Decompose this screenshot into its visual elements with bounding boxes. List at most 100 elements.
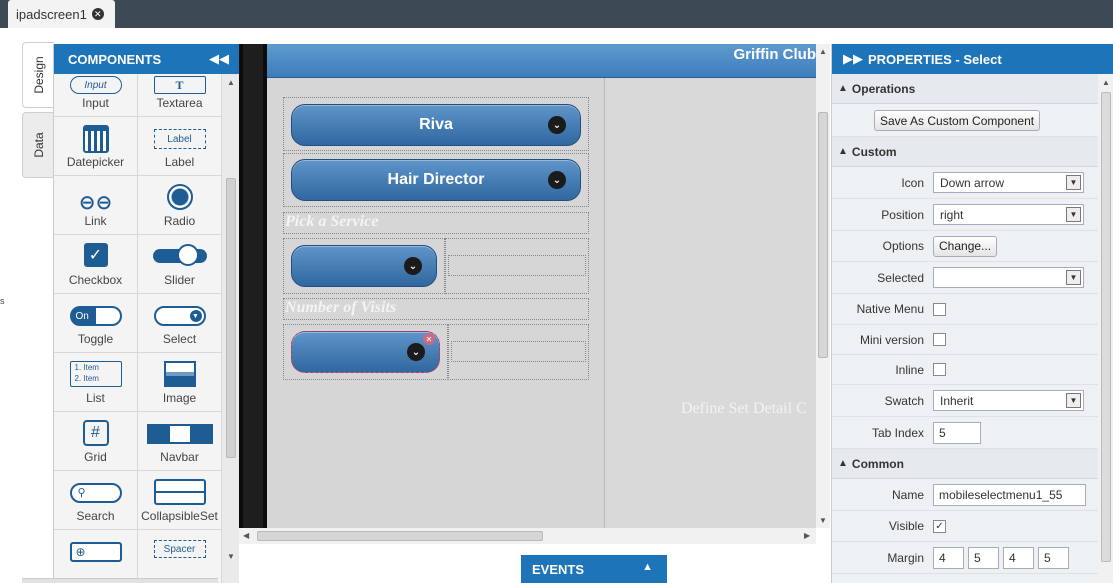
component-input[interactable]: Input Input [54, 74, 138, 117]
canvas-horizontal-scrollbar[interactable]: ◀ ▶ [239, 528, 816, 544]
select-hair-director[interactable]: Hair Director ⌄ [291, 159, 581, 201]
select-service[interactable]: ⌄ [291, 245, 437, 287]
inline-checkbox[interactable] [933, 363, 946, 376]
screen-tab[interactable]: ipadscreen1 ✕ [8, 0, 115, 28]
component-list[interactable]: 1. Item 2. Item List [54, 353, 138, 412]
visible-checkbox[interactable]: ✓ [933, 519, 946, 533]
row-native-menu: Native Menu [832, 294, 1098, 325]
screen-header[interactable]: Griffin Club [267, 44, 816, 78]
input-placeholder-4[interactable] [451, 341, 586, 362]
component-collapsibleset[interactable]: CollapsibleSet [138, 471, 222, 530]
margin-bottom-input[interactable]: 4 [1003, 546, 1034, 569]
textarea-icon: T [153, 76, 206, 94]
scroll-up-icon[interactable]: ▲ [227, 78, 235, 87]
component-select[interactable]: ▼ Select [138, 294, 222, 353]
component-slider[interactable]: Slider [138, 235, 222, 294]
close-circle-icon[interactable]: ✕ [91, 8, 104, 20]
tab-data[interactable]: Data [22, 112, 54, 178]
side-marker: s [0, 296, 5, 306]
properties-panel: ▶▶ PROPERTIES - Select ▲ Operations Save… [831, 44, 1113, 583]
component-textarea[interactable]: T Textarea [138, 74, 222, 117]
component-toggle[interactable]: On Toggle [54, 294, 138, 353]
margin-top-input[interactable]: 4 [933, 546, 964, 569]
scroll-thumb[interactable] [1101, 92, 1111, 562]
scroll-down-icon[interactable]: ▼ [819, 516, 827, 525]
selected-select[interactable]: ▼ [933, 267, 1084, 288]
scroll-right-icon[interactable]: ▶ [804, 531, 810, 540]
swatch-select[interactable]: Inherit ▼ [933, 390, 1084, 411]
checkbox-icon: ✓ [83, 243, 108, 267]
icon-select[interactable]: Down arrow ▼ [933, 172, 1084, 193]
chevron-down-icon: ⌄ [548, 171, 566, 189]
native-menu-checkbox[interactable] [933, 302, 946, 316]
components-title: COMPONENTS [68, 51, 162, 67]
select-riva[interactable]: Riva ⌄ [291, 104, 581, 146]
component-label: CollapsibleSet [141, 509, 218, 523]
margin-left-input[interactable]: 5 [1038, 546, 1069, 569]
component-spacer[interactable]: Spacer [138, 530, 222, 583]
change-options-button[interactable]: Change... [933, 235, 998, 257]
components-scrollbar[interactable]: ▲ ▼ [222, 74, 240, 583]
component-label-item[interactable]: Label Label [138, 117, 222, 176]
component-search[interactable]: ⚲ Search [54, 471, 138, 530]
events-button[interactable]: EVENTS ▲ [521, 555, 667, 583]
remove-icon[interactable]: ✕ [423, 333, 435, 345]
row-selected: Selected ▼ [832, 262, 1098, 294]
row-icon: Icon Down arrow ▼ [832, 167, 1098, 199]
scroll-down-icon[interactable]: ▼ [227, 552, 235, 561]
number-of-visits-label: Number of Visits [285, 299, 397, 316]
mini-version-checkbox[interactable] [933, 333, 946, 346]
collapse-left-icon[interactable]: ◀◀ [209, 51, 229, 67]
component-label: Toggle [77, 332, 114, 346]
section-custom[interactable]: ▲ Custom [832, 137, 1098, 167]
screen-header-title: Griffin Club [733, 46, 817, 63]
component-label: Datepicker [66, 155, 125, 169]
scroll-thumb[interactable] [257, 531, 543, 541]
component-add-button[interactable]: ⊕ [54, 530, 138, 583]
component-datepicker[interactable]: Datepicker [54, 117, 138, 176]
navbar-icon [146, 424, 213, 444]
scroll-left-icon[interactable]: ◀ [243, 531, 249, 540]
tab-index-input[interactable]: 5 [933, 421, 981, 444]
screen-tab-label: ipadscreen1 [16, 6, 87, 22]
chevron-down-icon: ⌄ [407, 343, 425, 361]
collapsible-set-icon [153, 479, 206, 505]
component-label: Input [82, 96, 109, 110]
margin-right-input[interactable]: 5 [968, 546, 999, 569]
scroll-up-icon[interactable]: ▲ [819, 47, 827, 56]
position-select[interactable]: right ▼ [933, 204, 1084, 225]
native-menu-label: Native Menu [856, 302, 924, 316]
component-radio[interactable]: Radio [138, 176, 222, 235]
component-navbar[interactable]: Navbar [138, 412, 222, 471]
expand-right-icon[interactable]: ▶▶ [843, 51, 863, 67]
select-visits[interactable]: ⌄ ✕ [291, 331, 440, 373]
pick-service-label: Pick a Service [285, 213, 379, 230]
properties-body: ▲ Operations Save As Custom Component ▲ … [832, 74, 1098, 583]
tab-design[interactable]: Design [22, 42, 54, 108]
name-label: Name [891, 487, 924, 502]
row-options: Options Change... [832, 231, 1098, 262]
input-placeholder-3[interactable] [448, 255, 586, 276]
canvas-vertical-scrollbar[interactable]: ▲ ▼ [816, 44, 830, 528]
scroll-up-icon[interactable]: ▲ [1102, 78, 1110, 87]
section-operations-label: Operations [851, 81, 916, 96]
position-label: Position [881, 207, 924, 222]
scroll-thumb[interactable] [818, 112, 828, 358]
component-label: Select [162, 332, 197, 346]
name-input[interactable]: mobileselectmenu1_55 [933, 483, 1086, 506]
properties-scrollbar[interactable]: ▲ [1098, 74, 1113, 583]
bottom-splitter[interactable] [22, 578, 218, 583]
component-checkbox[interactable]: ✓ Checkbox [54, 235, 138, 294]
section-common[interactable]: ▲ Common [832, 449, 1098, 479]
inline-label: Inline [895, 362, 924, 377]
input-icon: Input [69, 76, 122, 94]
component-image[interactable]: Image [138, 353, 222, 412]
section-operations[interactable]: ▲ Operations [832, 74, 1098, 104]
component-grid[interactable]: # Grid [54, 412, 138, 471]
component-link[interactable]: ⊖⊖ Link [54, 176, 138, 235]
top-tab-bar: ipadscreen1 ✕ [0, 0, 1113, 28]
scroll-thumb[interactable] [226, 178, 236, 458]
select-hair-director-label: Hair Director [387, 171, 485, 188]
save-custom-component-button[interactable]: Save As Custom Component [874, 110, 1041, 131]
device-screen: Griffin Club Riva ⌄ Hair Director ⌄ Pick… [267, 44, 816, 528]
